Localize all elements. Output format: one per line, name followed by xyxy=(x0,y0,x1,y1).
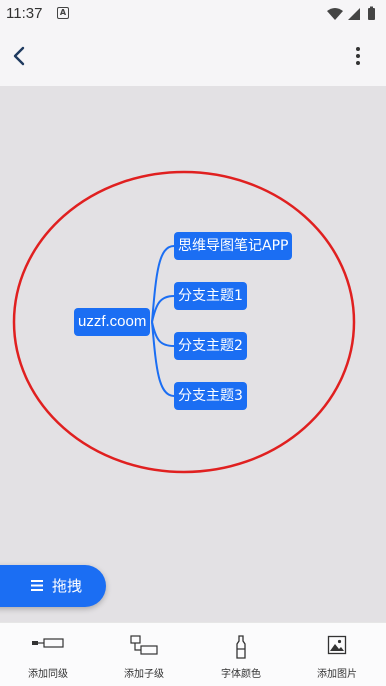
battery-icon xyxy=(368,8,375,20)
more-vertical-icon[interactable] xyxy=(350,40,366,72)
signal-icon xyxy=(348,8,360,20)
add-image-button[interactable]: 添加图片 xyxy=(289,623,385,686)
status-time: 11:37 xyxy=(6,5,43,22)
font-color-label: 字体颜色 xyxy=(221,669,261,680)
connector-branch-3 xyxy=(151,321,175,347)
app-bar xyxy=(0,28,386,86)
notification-icon: A xyxy=(57,7,69,19)
branch-topic[interactable]: 分支主题3 xyxy=(174,382,247,410)
branch-topic[interactable]: 分支主题2 xyxy=(174,332,247,360)
add-image-icon xyxy=(327,635,347,655)
root-topic[interactable]: uzzf.coom xyxy=(74,308,151,336)
menu-icon xyxy=(31,580,43,591)
add-child-button[interactable]: 添加子级 xyxy=(96,623,192,686)
highlight-ellipse xyxy=(12,170,356,474)
font-color-icon xyxy=(236,635,246,659)
status-icons xyxy=(327,6,375,20)
mindmap-canvas[interactable]: uzzf.coom 思维导图笔记APP 分支主题1 分支主题2 分支主题3 xyxy=(0,86,386,622)
add-child-label: 添加子级 xyxy=(124,669,164,680)
drag-button[interactable]: 拖拽 xyxy=(0,565,106,607)
drag-button-label: 拖拽 xyxy=(52,577,83,595)
wifi-icon xyxy=(327,8,343,20)
chevron-left-icon[interactable] xyxy=(4,40,36,72)
branch-topic[interactable]: 分支主题1 xyxy=(174,282,247,310)
connector-branch-2 xyxy=(151,295,175,323)
add-image-label: 添加图片 xyxy=(317,669,357,680)
add-child-icon xyxy=(130,635,158,655)
add-sibling-button[interactable]: 添加同级 xyxy=(0,623,96,686)
status-bar: 11:37 A xyxy=(0,0,386,28)
bottom-toolbar: 添加同级 添加子级 字体颜色 添加图片 xyxy=(0,622,386,686)
branch-topic[interactable]: 思维导图笔记APP xyxy=(174,232,293,260)
add-sibling-label: 添加同级 xyxy=(28,669,68,680)
add-sibling-icon xyxy=(32,638,64,648)
font-color-button[interactable]: 字体颜色 xyxy=(193,623,289,686)
